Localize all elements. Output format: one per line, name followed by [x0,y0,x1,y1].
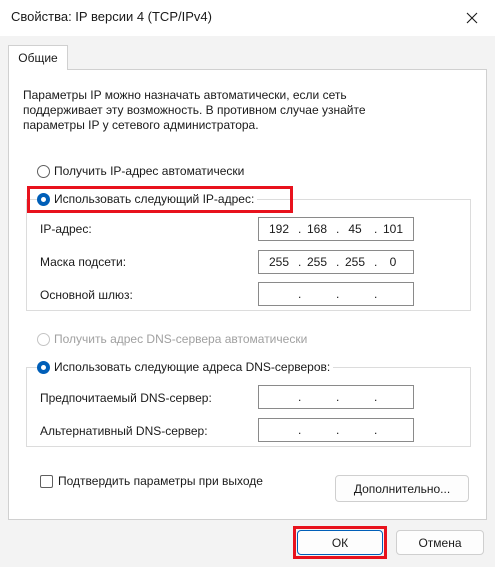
gateway-label: Основной шлюз: [40,288,133,302]
octet-separator: . [336,255,340,269]
octet-separator: . [336,390,340,404]
octet-separator: . [374,287,378,301]
ok-button[interactable]: ОК [297,530,383,555]
validate-on-exit-checkbox[interactable] [40,474,53,488]
octet-separator: . [298,255,302,269]
preferred-dns-input[interactable]: . . . [258,385,414,409]
ip-manual-option[interactable]: Использовать следующий IP-адрес: [37,192,258,206]
ip-auto-radio[interactable] [37,164,50,178]
general-panel: Параметры IP можно назначать автоматичес… [8,69,487,520]
octet-separator: . [374,222,378,236]
close-icon [466,12,478,24]
octet-separator: . [336,222,340,236]
preferred-dns-label: Предпочитаемый DNS-сервер: [40,391,212,405]
octet-separator: . [298,423,302,437]
title-bar: Свойства: IP версии 4 (TCP/IPv4) [0,0,495,36]
octet-separator: . [298,287,302,301]
validate-on-exit-option[interactable]: Подтвердить параметры при выходе [40,474,263,488]
subnet-mask-label: Маска подсети: [40,255,127,269]
ip-manual-radio[interactable] [37,192,50,206]
gateway-input[interactable]: . . . [258,282,414,306]
description-text: Параметры IP можно назначать автоматичес… [23,88,366,132]
advanced-button[interactable]: Дополнительно... [335,475,469,502]
subnet-mask-input[interactable]: 255 . 255 . 255 . 0 [258,250,414,274]
octet-separator: . [374,255,378,269]
dns-manual-radio[interactable] [37,360,50,374]
dns-manual-option[interactable]: Использовать следующие адреса DNS-сервер… [37,360,334,374]
subnet-mask-octet-2: 255 [306,255,328,269]
close-button[interactable] [449,0,495,36]
validate-on-exit-label: Подтвердить параметры при выходе [58,474,263,488]
dns-manual-label: Использовать следующие адреса DNS-сервер… [54,360,331,374]
alternate-dns-input[interactable]: . . . [258,418,414,442]
cancel-button[interactable]: Отмена [396,530,484,555]
ip-address-octet-1: 192 [268,222,290,236]
ip-address-input[interactable]: 192 . 168 . 45 . 101 [258,217,414,241]
window-title: Свойства: IP версии 4 (TCP/IPv4) [11,9,212,24]
alternate-dns-label: Альтернативный DNS-сервер: [40,424,208,438]
octet-separator: . [374,390,378,404]
tab-general-label: Общие [18,51,58,65]
octet-separator: . [374,423,378,437]
ip-address-label: IP-адрес: [40,222,92,236]
octet-separator: . [336,423,340,437]
octet-separator: . [298,390,302,404]
ip-address-octet-3: 45 [348,222,362,236]
ip-auto-label: Получить IP-адрес автоматически [54,164,245,178]
dns-auto-label: Получить адрес DNS-сервера автоматически [54,332,308,346]
cancel-button-label: Отмена [418,535,462,550]
subnet-mask-octet-1: 255 [268,255,290,269]
subnet-mask-octet-3: 255 [344,255,366,269]
octet-separator: . [336,287,340,301]
octet-separator: . [298,222,302,236]
tab-general[interactable]: Общие [8,45,68,70]
advanced-button-label: Дополнительно... [353,481,451,496]
ip-address-octet-2: 168 [306,222,328,236]
ip-manual-label: Использовать следующий IP-адрес: [54,192,255,206]
dns-auto-radio[interactable] [37,332,50,346]
ip-auto-option[interactable]: Получить IP-адрес автоматически [37,164,244,178]
subnet-mask-octet-4: 0 [389,255,397,269]
ok-button-label: ОК [331,535,349,550]
ip-address-octet-4: 101 [382,222,404,236]
dns-auto-option[interactable]: Получить адрес DNS-сервера автоматически [37,332,307,346]
